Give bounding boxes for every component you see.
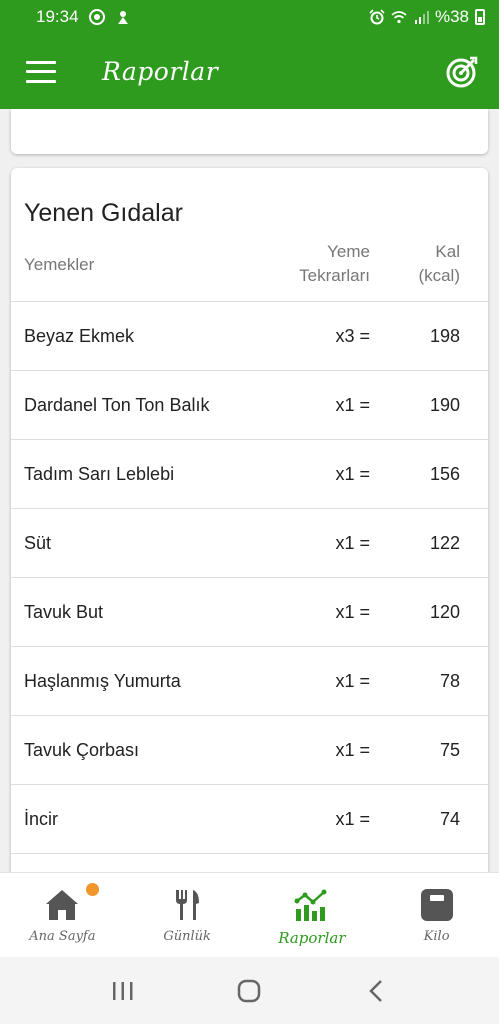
home-system-button[interactable] xyxy=(229,971,269,1011)
status-time: 19:34 xyxy=(36,7,79,26)
nav-label-reports: Raporlar xyxy=(278,929,346,947)
column-header-repeats-line2: Tekrarları xyxy=(299,266,370,285)
food-name: Haşlanmış Yumurta xyxy=(24,671,181,691)
column-header-kcal-line1: Kal xyxy=(435,242,460,261)
food-name: Beyaz Ekmek xyxy=(24,326,135,346)
nav-item-weight[interactable]: Kilo xyxy=(374,873,499,957)
food-row[interactable]: Tadım Sarı Leblebi x1 = 156 xyxy=(11,440,488,509)
recent-apps-button[interactable] xyxy=(103,971,143,1011)
food-name: Tavuk But xyxy=(24,602,104,622)
content-area[interactable]: Yenen Gıdalar Yemekler Yeme Tekrarları K… xyxy=(0,109,499,872)
previous-report-card xyxy=(11,109,488,154)
home-icon xyxy=(46,890,79,920)
nav-item-home[interactable]: Ana Sayfa xyxy=(0,873,125,957)
back-button[interactable] xyxy=(356,971,396,1011)
column-header-repeats-line1: Yeme xyxy=(327,242,370,261)
battery-icon xyxy=(475,9,485,25)
food-kcal: 120 xyxy=(429,602,460,622)
column-header-kcal-line2: (kcal) xyxy=(418,266,460,285)
food-kcal: 74 xyxy=(439,809,460,829)
nav-item-reports[interactable]: Raporlar xyxy=(250,873,375,957)
scale-icon xyxy=(420,889,453,921)
nav-label-home: Ana Sayfa xyxy=(29,929,96,944)
nav-label-diary: Günlük xyxy=(163,929,211,944)
food-name: İncir xyxy=(24,809,59,829)
food-name: Süt xyxy=(24,533,52,553)
back-icon xyxy=(369,979,382,1002)
alarm-icon xyxy=(369,9,385,25)
food-row[interactable]: İncir x1 = 74 xyxy=(11,785,488,854)
food-kcal: 156 xyxy=(429,464,460,484)
notification-badge xyxy=(86,883,99,896)
chrome-icon xyxy=(88,9,105,25)
food-list: Beyaz Ekmek x3 = 198 Dardanel Ton Ton Ba… xyxy=(11,302,488,872)
system-nav-bar xyxy=(0,957,499,1024)
signal-icon xyxy=(414,11,429,24)
wifi-icon xyxy=(391,11,407,24)
page-title: Raporlar xyxy=(102,57,219,86)
menu-button[interactable] xyxy=(26,60,56,83)
nav-label-weight: Kilo xyxy=(423,929,450,944)
eaten-foods-card: Yenen Gıdalar Yemekler Yeme Tekrarları K… xyxy=(11,168,488,872)
food-repeats: x1 = xyxy=(335,533,370,553)
status-bar: 19:34 %38 xyxy=(0,0,499,34)
bottom-nav: Ana Sayfa Günlük Raporlar Kilo xyxy=(0,872,499,957)
food-row[interactable]: Tavuk Çorbası x1 = 75 xyxy=(11,716,488,785)
food-repeats: x1 = xyxy=(335,395,370,415)
food-repeats: x1 = xyxy=(335,464,370,484)
food-name: Tavuk Çorbası xyxy=(24,740,140,760)
food-repeats: x1 = xyxy=(335,740,370,760)
food-row[interactable]: Dardanel Ton Ton Balık x1 = 190 xyxy=(11,371,488,440)
column-header-kcal: Kal (kcal) xyxy=(418,240,460,288)
recent-apps-icon xyxy=(113,981,133,1000)
card-title: Yenen Gıdalar xyxy=(24,199,183,227)
food-repeats: x1 = xyxy=(335,671,370,691)
food-kcal: 198 xyxy=(429,326,460,346)
food-kcal: 78 xyxy=(439,671,460,691)
food-repeats: x3 = xyxy=(335,326,370,346)
column-header-repeats: Yeme Tekrarları xyxy=(299,240,370,288)
food-row[interactable]: Haşlanmış Yumurta x1 = 78 xyxy=(11,647,488,716)
food-repeats: x1 = xyxy=(335,809,370,829)
nav-item-diary[interactable]: Günlük xyxy=(125,873,250,957)
home-circle-icon xyxy=(238,979,261,1002)
notification-app-icon xyxy=(117,11,128,24)
battery-percent: %38 xyxy=(434,7,469,26)
target-icon[interactable] xyxy=(445,55,479,89)
app-bar: Raporlar xyxy=(0,34,499,109)
column-header-foods: Yemekler xyxy=(24,255,95,274)
food-kcal: 190 xyxy=(429,395,460,415)
food-row[interactable]: Süt x1 = 122 xyxy=(11,509,488,578)
chart-icon xyxy=(294,889,327,921)
food-row[interactable]: Tavuk But x1 = 120 xyxy=(11,578,488,647)
fork-knife-icon xyxy=(176,890,200,920)
food-name: Dardanel Ton Ton Balık xyxy=(24,395,210,415)
food-row[interactable]: Beyaz Ekmek x3 = 198 xyxy=(11,302,488,371)
food-name: Tadım Sarı Leblebi xyxy=(24,464,175,484)
food-kcal: 122 xyxy=(429,533,460,553)
food-row[interactable] xyxy=(11,854,488,872)
food-repeats: x1 = xyxy=(335,602,370,622)
food-kcal: 75 xyxy=(439,740,460,760)
